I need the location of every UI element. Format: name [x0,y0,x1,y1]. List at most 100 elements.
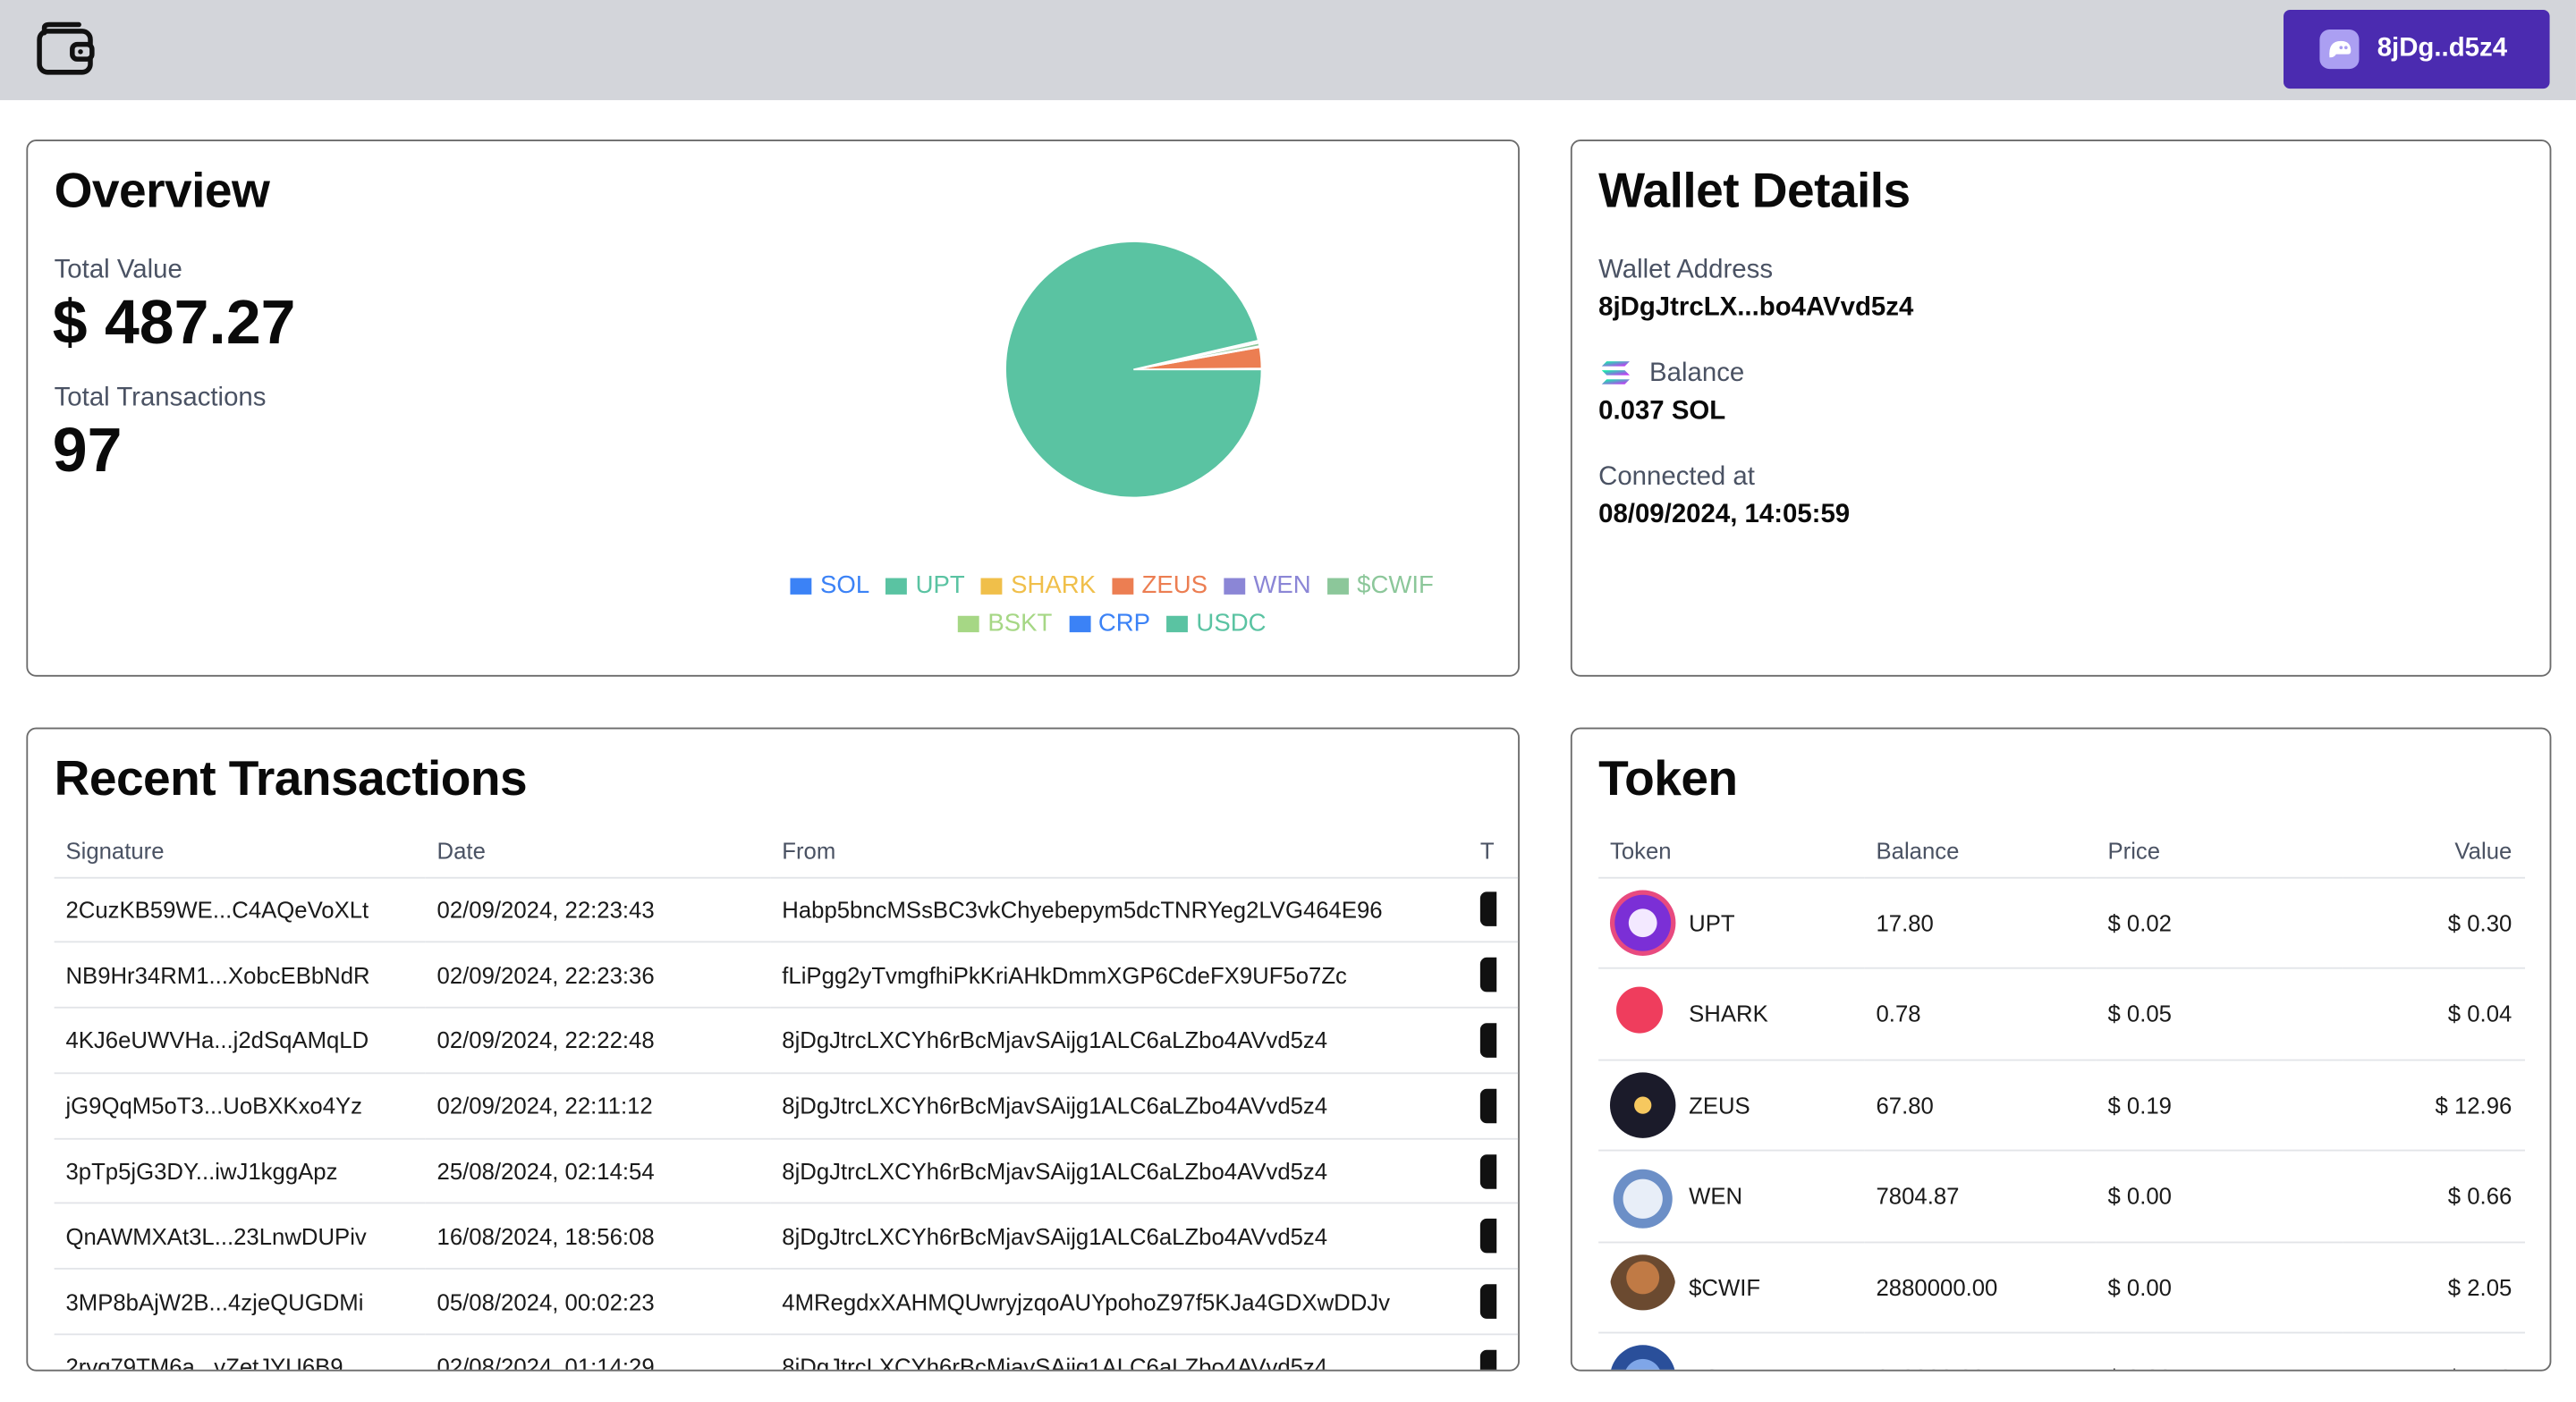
table-row[interactable]: NB9Hr34RM1...XobcEBbNdR 02/09/2024, 22:23… [54,942,1519,1009]
token-value: $ 0.66 [2343,1150,2526,1243]
table-row[interactable]: BSKT 670000.00$ 0.00$ 1.10 [1598,1332,2526,1370]
legend-item[interactable]: SHARK [981,571,1096,599]
tx-signature[interactable]: 3MP8bAjW2B...4zjeQUGDMi [54,1269,426,1336]
table-row[interactable]: QnAWMXAt3L...23LnwDUPiv 16/08/2024, 18:56… [54,1204,1519,1271]
table-row[interactable]: 3pTp5jG3DY...iwJ1kggApz 25/08/2024, 02:14… [54,1138,1519,1205]
column-header-type: T [1469,824,1519,878]
legend-item[interactable]: $CWIF [1327,571,1434,599]
token-price: $ 0.00 [2096,1241,2343,1334]
tx-signature[interactable]: jG9QqM5oT3...UoBXKxo4Yz [54,1073,426,1140]
legend-swatch [981,577,1003,594]
tx-from: 8jDgJtrcLXCYh6rBcMjavSAijg1ALC6aLZbo4AVv… [770,1138,1470,1205]
tx-date: 02/09/2024, 22:23:43 [425,876,771,943]
balance-label: Balance [1649,359,1745,388]
token-cell: $CWIF [1598,1241,1865,1334]
tx-from: Habp5bncMSsBC3vkChyebepym5dcTNRYeg2LVG46… [770,876,1470,943]
wallet-details-title: Wallet Details [1598,164,1911,219]
tx-date: 02/09/2024, 22:23:36 [425,942,771,1009]
token-balance: 7804.87 [1864,1150,2097,1243]
table-row[interactable]: 3MP8bAjW2B...4zjeQUGDMi 05/08/2024, 00:02… [54,1269,1519,1336]
wallet-details-card: Wallet Details Wallet Address 8jDgJtrcLX… [1570,139,2552,677]
token-value: $ 12.96 [2343,1059,2526,1152]
token-cell: ZEUS [1598,1059,1865,1152]
tx-type-cell [1469,942,1519,1009]
legend-item[interactable]: ZEUS [1112,571,1208,599]
legend-item[interactable]: SOL [790,571,869,599]
legend-label: ZEUS [1141,571,1208,600]
tx-type-cell [1469,1138,1519,1205]
token-value: $ 2.05 [2343,1241,2526,1334]
tx-type-badge [1479,1349,1497,1370]
token-balance: 17.80 [1864,876,2097,969]
portfolio-pie-chart [1004,241,1263,499]
bskt-logo-icon [1609,1345,1676,1370]
wallet-icon[interactable] [36,21,95,77]
tx-signature[interactable]: QnAWMXAt3L...23LnwDUPiv [54,1204,426,1271]
tx-signature[interactable]: 2CuzKB59WE...C4AQeVoXLt [54,876,426,943]
wallet-address-label: Wallet Address [1598,256,1774,284]
table-row[interactable]: $CWIF 2880000.00 $ 0.00 $ 2.05 [1598,1241,2526,1334]
tx-type-badge [1479,1153,1497,1188]
tx-from: 8jDgJtrcLXCYh6rBcMjavSAijg1ALC6aLZbo4AVv… [770,1334,1470,1370]
wallet-address[interactable]: 8jDgJtrcLX...bo4AVvd5z4 [1598,294,1913,324]
recent-transactions-title: Recent Transactions [54,752,528,807]
token-value: $ 0.04 [2343,967,2526,1060]
token-price: $ 0.19 [2096,1059,2343,1152]
tx-type-cell [1469,1334,1519,1370]
table-row[interactable]: 2CuzKB59WE...C4AQeVoXLt 02/09/2024, 22:23… [54,876,1519,943]
legend-swatch [886,577,908,594]
app-root: 8jDg..d5z4 Overview Total Value $ 487.27… [0,0,2576,1402]
balance-value: 0.037 SOL [1598,397,1726,426]
overview-title: Overview [54,164,270,219]
tx-signature[interactable]: NB9Hr34RM1...XobcEBbNdR [54,942,426,1009]
table-row[interactable]: WEN 7804.87 $ 0.00 $ 0.66 [1598,1150,2526,1243]
token-balance: 0.78 [1864,967,2097,1060]
column-header-from: From [770,824,1470,878]
tx-signature[interactable]: 4KJ6eUWVHa...j2dSqAMqLD [54,1007,426,1074]
tx-type-cell [1469,1269,1519,1336]
token-name: SHARK [1689,1001,1768,1027]
table-row[interactable]: 2rvq79TM6a...vZetJYU6B9 02/08/2024, 01:14… [54,1334,1519,1370]
legend-item[interactable]: BSKT [958,609,1053,638]
tx-date: 02/09/2024, 22:11:12 [425,1073,771,1140]
tx-signature[interactable]: 2rvq79TM6a...vZetJYU6B9 [54,1334,426,1370]
legend-item[interactable]: CRP [1068,609,1150,638]
wallet-connect-button[interactable]: 8jDg..d5z4 [2284,10,2550,89]
wallet-button-label: 8jDg..d5z4 [2377,34,2508,63]
table-row[interactable]: 4KJ6eUWVHa...j2dSqAMqLD 02/09/2024, 22:22… [54,1007,1519,1074]
table-row[interactable]: jG9QqM5oT3...UoBXKxo4Yz 02/09/2024, 22:11… [54,1073,1519,1140]
recent-transactions-card: Recent Transactions Signature Date From … [26,727,1520,1372]
connected-at-value: 08/09/2024, 14:05:59 [1598,501,1851,529]
table-row[interactable]: ZEUS 67.80 $ 0.19 $ 12.96 [1598,1059,2526,1152]
legend-item[interactable]: WEN [1224,571,1311,599]
tx-from: fLiPgg2yTvmgfhiPkKriAHkDmmXGP6CdeFX9UF5o… [770,942,1470,1009]
legend-swatch [1327,577,1349,594]
tokens-header-row: Token Balance Price Value [1598,824,2526,878]
legend-label: BSKT [987,609,1053,638]
tx-type-cell [1469,1204,1519,1271]
cwif-logo-icon [1609,1254,1676,1321]
table-row[interactable]: SHARK 0.78 $ 0.05 $ 0.04 [1598,967,2526,1060]
token-balance: 670000.00 [1864,1332,2097,1370]
token-name: WEN [1689,1182,1743,1210]
transactions-header-row: Signature Date From T [54,824,1519,878]
tx-date: 25/08/2024, 02:14:54 [425,1138,771,1205]
overview-card: Overview Total Value $ 487.27 Total Tran… [26,139,1520,677]
table-row[interactable]: UPT 17.80 $ 0.02 $ 0.30 [1598,876,2526,969]
chart-legend: SOL UPT SHARK ZEUS WEN $CWIF BSKT CRP USDC [718,567,1507,642]
tx-from: 4MRegdxXAHMQUwryjzqoAUYpohoZ97f5KJa4GDXw… [770,1269,1470,1336]
pie-slice-usdc[interactable] [1004,241,1263,499]
tx-date: 02/08/2024, 01:14:29 [425,1334,771,1370]
token-balance: 67.80 [1864,1059,2097,1152]
tx-from: 8jDgJtrcLXCYh6rBcMjavSAijg1ALC6aLZbo4AVv… [770,1073,1470,1140]
solana-icon [1601,361,1631,384]
tx-signature[interactable]: 3pTp5jG3DY...iwJ1kggApz [54,1138,426,1205]
token-value: $ 1.10 [2343,1332,2526,1370]
legend-item[interactable]: UPT [886,571,965,599]
legend-item[interactable]: USDC [1166,609,1267,638]
tx-date: 02/09/2024, 22:22:48 [425,1007,771,1074]
column-header-value: Value [2343,824,2526,878]
tx-from: 8jDgJtrcLXCYh6rBcMjavSAijg1ALC6aLZbo4AVv… [770,1007,1470,1074]
column-header-price: Price [2096,824,2343,878]
zeus-logo-icon [1609,1071,1676,1138]
